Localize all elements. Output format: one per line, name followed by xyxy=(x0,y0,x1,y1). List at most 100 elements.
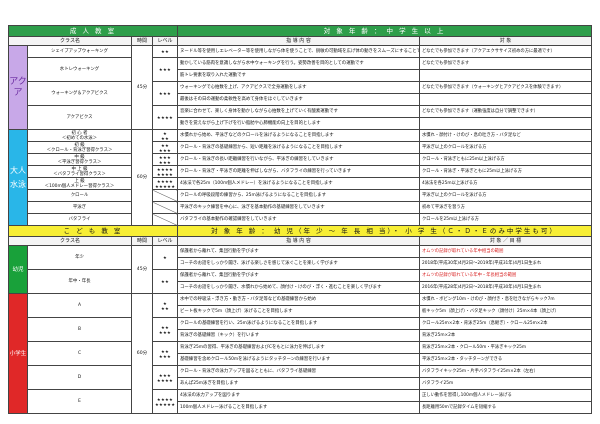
target-text: バタフライ25m xyxy=(419,377,593,390)
class-name: ウォーキング＆アクアビクス xyxy=(27,81,132,106)
target-text xyxy=(419,117,593,130)
lesson-table: 成 人 教 室対 象 年 齢 ： 中 学 生 以 上クラス名 時間 レベル指 導 内… xyxy=(7,25,593,414)
guidance-text: コーチのお話をしっかり聞き、水慣れから始めて、顔付け・けのび・浮く・進むことを楽… xyxy=(177,281,421,294)
class-name-label: アクアビクス xyxy=(66,115,93,120)
level-stars: ★★★★ ★★★★ xyxy=(151,165,179,178)
target-text: 4泳法を各25m以上泳げる方 xyxy=(419,177,593,190)
adult-header-level: レベル xyxy=(151,36,179,46)
child-title: こ ど も 教 室 xyxy=(7,225,179,237)
level-stars: ★★★★ ★★★★★ xyxy=(151,389,179,414)
class-name: アクアビクス xyxy=(27,105,132,130)
yochi-time: 45分 xyxy=(131,245,153,294)
class-name-sub: ＜クロール・背泳ぎ習得クラス＞ xyxy=(46,147,113,153)
target-text: クロールを25m以上泳げる方 xyxy=(419,213,593,226)
table-row: ウォーキング＆アクアビクス ★★★ ウォーキングで心拍数を上げ、アクアビクスで全身運… xyxy=(9,81,593,106)
table-row: E ★★★★ ★★★★★ 4泳法の泳力アップを図ります 正しい動作を習得し100m個人… xyxy=(9,389,593,414)
adult-header-target: 対 象 xyxy=(419,36,593,46)
target-text xyxy=(419,69,593,82)
guidance-text: 最後はその日の運動の柔軟性を高めて身体をほぐしていきます xyxy=(177,93,421,106)
table-row: 上 級＜100m個人メドレー習得クラス＞ ★★★★ ★★★★★ 4泳法で各25m（1… xyxy=(9,177,593,190)
adult-age-banner: 対 象 年 齢 ： 中 学 生 以 上 xyxy=(177,25,593,37)
class-name: C xyxy=(27,341,132,366)
guidance-text: 水中での呼吸法・浮き方・動き方・バタ足等などの基礎練習から始め xyxy=(177,293,421,306)
class-name-sub: ＜バタフライ習得クラス＞ xyxy=(53,171,106,177)
guidance-text: クロール・背泳ぎ・平泳ぎの距離を伸ばしながら、バタフライの練習を行っていきます xyxy=(177,165,421,178)
class-name-label: 水トレウォーキング xyxy=(59,67,100,72)
child-banner-row: こ ど も 教 室対 象 年 齢 ： 幼 児（年 少 〜 年 長 相 当）・ 小… xyxy=(7,225,593,237)
level-stars: ★ ★★ xyxy=(151,293,179,318)
target-text: 2016年(平成28年)4月2日〜2018年(平成30年)4月1日生まれ xyxy=(419,281,593,294)
class-name: 初 級＜クロール・背泳ぎ習得クラス＞ xyxy=(27,141,132,154)
table-row: 中 上 級＜バタフライ習得クラス＞ ★★★★ ★★★★ クロール・背泳ぎ・平泳ぎの距… xyxy=(9,165,593,178)
adult-header-guidance: 指 導 内 容 xyxy=(177,36,421,46)
target-text: クロール25m×2本・背泳ぎ25m（息継ぎ）・クロール25m×2本 xyxy=(419,317,593,330)
class-name: A xyxy=(27,293,132,318)
table-row: 水トレウォーキング ★★★ 動かしている筋肉を意識しながら水中ウォーキングを行う。姿… xyxy=(9,57,593,82)
class-name: 上 級＜100m個人メドレー習得クラス＞ xyxy=(27,177,132,190)
target-text: 2018年(平成30年)4月2日〜2019年(平成31年)4月1日生まれ xyxy=(419,257,593,270)
class-name: シェイプアップウォーキング xyxy=(27,45,132,58)
class-name-label: 年少 xyxy=(75,255,84,260)
child-header-time: 時間 xyxy=(131,236,153,246)
adult-title: 成 人 教 室 xyxy=(7,25,179,37)
target-text: 長距離用50mで記録タイムを短縮する xyxy=(419,401,593,414)
class-name-label: シェイプアップウォーキング xyxy=(51,49,108,54)
class-name-label: C xyxy=(77,351,82,356)
class-name: 初 心 者＜初めての水泳＞ xyxy=(27,129,132,142)
target-text: どなたでも参加できます xyxy=(419,57,593,70)
class-name: 年中・年長 xyxy=(27,269,132,294)
target-text xyxy=(419,93,593,106)
guidance-text: 100m個人メドレー泳げることを目指します xyxy=(177,401,421,414)
swim-time: 60分 xyxy=(131,129,153,226)
schedule-sheet: 成 人 教 室対 象 年 齢 ： 中 学 生 以 上クラス名 時間 レベル指 導 内… xyxy=(7,25,593,414)
table-row: 小学生 A 60分 ★ ★★ 水中での呼吸法・浮き方・動き方・バタ足等などの基礎練習から… xyxy=(8,293,593,414)
table-row: 中 級＜平泳ぎ習得クラス＞ ★★★ ★★★ クロール・背泳ぎの長い距離練習を行いなが… xyxy=(9,153,593,166)
level-stars: ★★★ xyxy=(151,81,179,106)
target-text: 正しい動作を習得し100m個人メドレー泳げる xyxy=(419,389,593,402)
adult-banner-row: 成 人 教 室対 象 年 齢 ： 中 学 生 以 上 xyxy=(7,25,593,37)
table-row: バタフライ バタフライの基本動作の確認練習をしていきます クロールを25m以上泳げる… xyxy=(9,213,593,226)
guidance-text: バタフライの基本動作の確認練習をしていきます xyxy=(177,213,421,226)
target-text: オムツの記録が取れている年中・年長相当の範囲 xyxy=(419,269,593,282)
target-text: バタフライキック25m・片手バタフライ25m×2本（左右） xyxy=(419,365,593,378)
guidance-text: クロール・背泳ぎの泳力アップを図るとともに、バタフライ基礎練習 xyxy=(177,365,421,378)
target-text: 平泳ぎ25m×2本・タッチターンができる xyxy=(419,353,593,366)
guidance-text: ヌードル等を使用しエレベーター等を使用しながら体を使うことで、鋭敏の可動域を広げ… xyxy=(177,45,421,58)
shogaku-time: 60分 xyxy=(131,293,153,414)
level-stars: ★★★ ★★★★ xyxy=(151,365,179,390)
target-text: オムツの記録が取れている年中相当の範囲 xyxy=(419,245,593,258)
level-stars xyxy=(151,213,179,226)
aqua-time: 45分 xyxy=(131,45,153,130)
target-text: どなたでも参加できます（アクアエクササイズ初めの方に最適です） xyxy=(419,45,593,58)
class-name: 中 級＜平泳ぎ習得クラス＞ xyxy=(27,153,132,166)
target-text: どなたでも参加できます（ウォーキングとアクアビクスを体験できます） xyxy=(419,81,593,94)
table-row: アクア シェイプアップウォーキング 45分 ★★ ヌードル等を使用しエレベーター等を使用… xyxy=(8,45,593,130)
target-text: 背泳ぎ25m×2本・クロール50m・平泳ぎキック25m xyxy=(419,341,593,354)
level-stars: ★★ xyxy=(151,45,179,58)
target-text: クロール・背泳ぎ・平泳ぎともに25m以上泳げる方 xyxy=(419,165,593,178)
guidance-text: クロールの基礎練習を行い、25m泳げるようになることを目指します xyxy=(177,317,421,330)
level-stars xyxy=(151,189,179,202)
target-text: 水慣れ・ボビング10m・けのび・顔付き・息を吐きながらキック7m xyxy=(419,293,593,306)
table-row: 大人水泳初 心 者＜初めての水泳＞ 60分 ★ ★★ 水慣れから始め、平泳ぎなどのクロ… xyxy=(8,129,593,226)
child-header-guidance: 指 導 内 容 xyxy=(177,236,421,246)
guidance-text: あんぱ25m泳ぎを目指します xyxy=(177,377,421,390)
class-name: D xyxy=(27,365,132,390)
class-name: B xyxy=(27,317,132,342)
class-name-label: A xyxy=(77,303,81,308)
guidance-text: 音楽に合わせて、楽しく身体を動かしながら心拍数を上げていく有酸素運動です xyxy=(177,105,421,118)
adult-header-row: クラス名 時間 レベル指 導 内 容対 象 xyxy=(8,36,593,46)
level-stars: ★★ ★★★ xyxy=(151,341,179,366)
class-name-label: ウォーキング＆アクアビクス xyxy=(51,91,108,96)
guidance-text: 動かしている筋肉を意識しながら水中ウォーキングを行う。姿勢改善を目的としての運動… xyxy=(177,57,421,70)
level-stars: ★ xyxy=(151,245,179,270)
table-row: 年中・年長 ★★ 保護者から離れて、集団行動を学びます オムツの記録が取れている年中・… xyxy=(9,269,593,294)
class-name-label: E xyxy=(78,399,81,404)
guidance-text: 4泳法で各25m（100m個人メドレー）を泳げるようになることを目指します xyxy=(177,177,421,190)
class-name-label: 平泳ぎ xyxy=(72,205,87,210)
class-name-label: バタフライ xyxy=(68,217,91,222)
level-stars xyxy=(151,201,179,214)
class-name-label: 年中・年長 xyxy=(68,279,91,284)
guidance-text: 4泳法の泳力アップを図ります xyxy=(177,389,421,402)
table-row: B ★★ ★★★ クロールの基礎練習を行い、25m泳げるようになることを目指しますク… xyxy=(9,317,593,342)
